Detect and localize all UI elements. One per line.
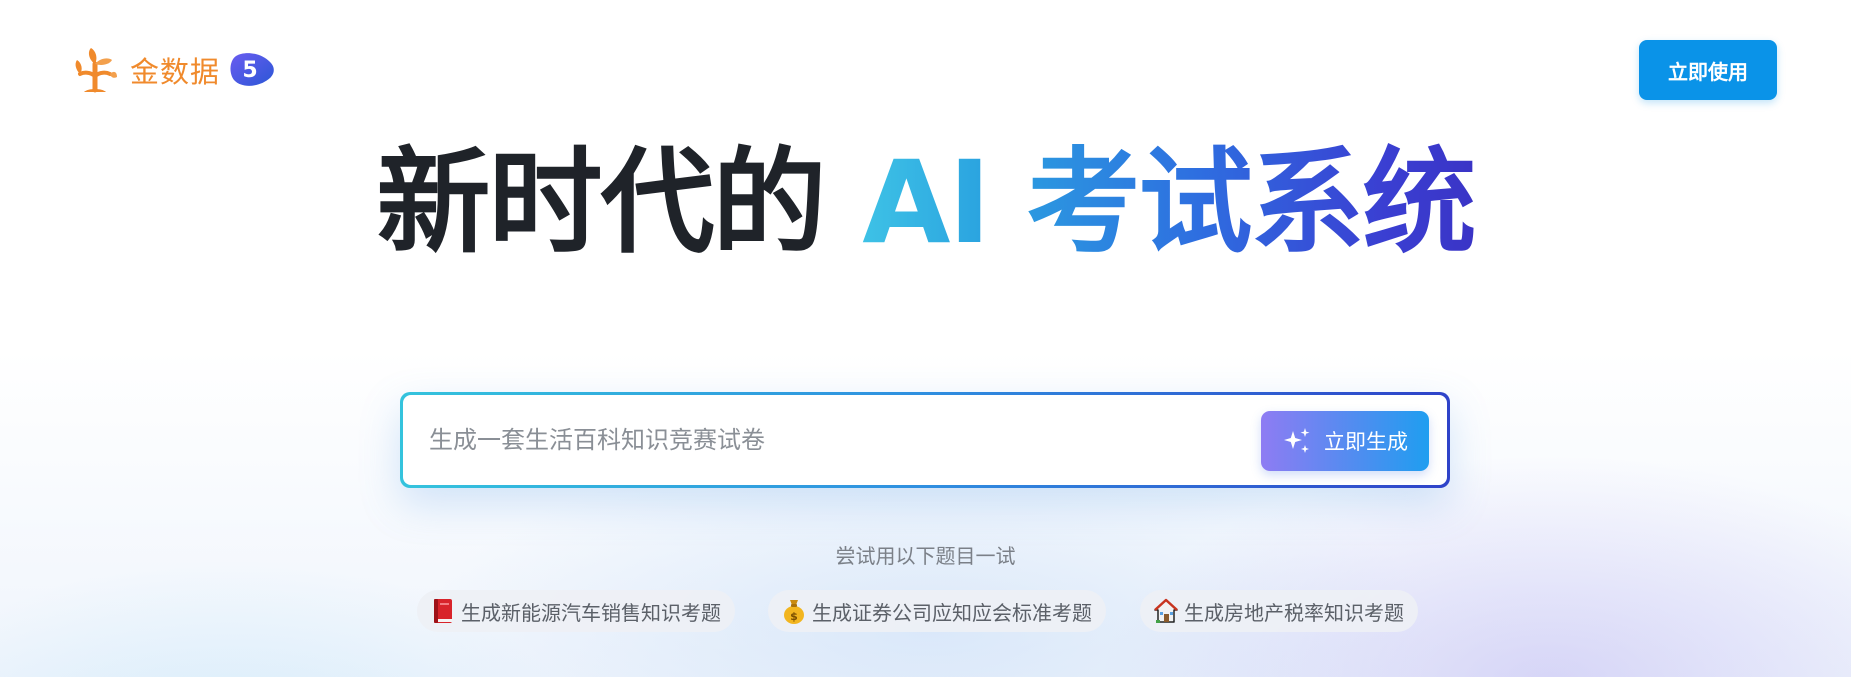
suggestion-chip-label: 生成房地产税率知识考题 xyxy=(1184,600,1404,625)
suggestions-label: 尝试用以下题目一试 xyxy=(835,544,1016,568)
money-bag-icon: $ xyxy=(784,600,804,624)
badge-number: 5 xyxy=(242,57,258,83)
svg-text:$: $ xyxy=(790,610,798,623)
version-badge: 5 xyxy=(230,52,274,88)
brand-name: 金数据 xyxy=(130,55,221,89)
top-header: 金数据 5 立即使用 xyxy=(0,0,1851,110)
suggestion-chip-label: 生成新能源汽车销售知识考题 xyxy=(461,600,721,625)
hero-title-part1: 新时代的 xyxy=(376,136,826,269)
tree-logo-icon xyxy=(75,48,117,93)
house-icon xyxy=(1154,598,1178,623)
sparkle-icon xyxy=(1284,428,1310,453)
prompt-box: 立即生成 xyxy=(400,392,1450,488)
use-now-button[interactable]: 立即使用 xyxy=(1639,40,1777,100)
prompt-input[interactable] xyxy=(429,395,1249,485)
suggestion-chip-ev-sales[interactable]: 生成新能源汽车销售知识考题 xyxy=(417,590,735,632)
generate-button[interactable]: 立即生成 xyxy=(1261,411,1429,471)
suggestion-chip-label: 生成证券公司应知应会标准考题 xyxy=(812,600,1092,625)
generate-button-label: 立即生成 xyxy=(1324,430,1408,454)
suggestion-chip-real-estate-tax[interactable]: 生成房地产税率知识考题 xyxy=(1140,590,1418,632)
prompt-box-inner: 立即生成 xyxy=(403,395,1447,485)
hero-title-part2: AI 考试系统 xyxy=(862,136,1476,269)
hero-title: 新时代的 AI 考试系统 xyxy=(0,128,1851,278)
book-icon xyxy=(434,599,452,623)
suggestion-chip-securities[interactable]: $ 生成证券公司应知应会标准考题 xyxy=(768,590,1106,632)
brand-logo[interactable]: 金数据 5 xyxy=(72,46,274,94)
